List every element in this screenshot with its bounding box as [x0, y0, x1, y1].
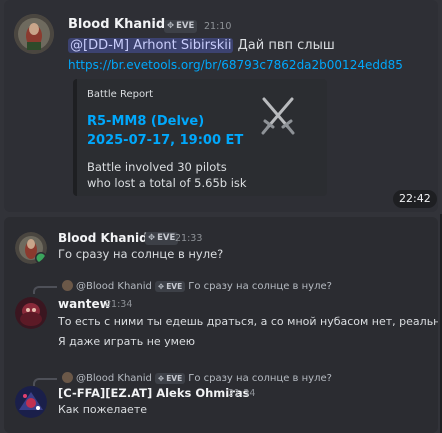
avatar[interactable]: [14, 14, 54, 54]
tag-icon: ✥: [167, 21, 175, 31]
message-content: То есть с ними ты едешь драться, а со мн…: [58, 315, 438, 328]
author-name[interactable]: wantew: [58, 297, 111, 311]
server-tag[interactable]: ✥ EVE: [145, 232, 179, 245]
crossed-swords-icon[interactable]: [258, 93, 298, 137]
message-timestamp: 21:34: [105, 299, 133, 310]
message-link[interactable]: https://br.evetools.org/br/68793c7862da2…: [68, 58, 403, 72]
message-content: Как пожелаете: [58, 403, 148, 416]
hover-timestamp: 22:42: [393, 190, 437, 208]
server-tag: ✥ EVE: [154, 281, 186, 292]
avatar: [62, 372, 73, 383]
tag-icon: ✥: [148, 233, 156, 243]
avatar[interactable]: [15, 386, 47, 418]
message-list: Blood Khanid ✥ EVE 21:33 Го сразу на солн…: [4, 217, 438, 433]
avatar[interactable]: [15, 297, 47, 329]
tag-icon: ✥: [157, 374, 165, 383]
reply-preview[interactable]: @Blood Khanid ✥ EVE Го сразу на солнце в ну…: [62, 280, 332, 292]
author-name[interactable]: [C-FFA][EZ.AT] Aleks Ohmiras: [58, 386, 250, 400]
message-timestamp: 21:10: [204, 21, 232, 32]
message-content: @[DD-M] Arhont Sibirskii Дай пвп слыш: [68, 38, 335, 53]
avatar[interactable]: [15, 232, 47, 264]
embed-description: Battle involved 30 pilots who lost a tot…: [87, 160, 247, 190]
message-content: Го сразу на солнце в нуле?: [58, 247, 224, 261]
reply-spine: [33, 286, 57, 294]
embed-provider[interactable]: Battle Report: [87, 89, 153, 100]
author-name[interactable]: Blood Khanid: [68, 17, 165, 32]
server-tag: ✥ EVE: [154, 373, 186, 384]
tag-icon: ✥: [157, 282, 165, 291]
reply-preview[interactable]: @Blood Khanid ✥ EVE Го сразу на солнце в ну…: [62, 372, 332, 384]
avatar: [62, 280, 73, 291]
message-timestamp: 21:33: [175, 233, 203, 244]
message-content: Я даже играть не умею: [58, 335, 195, 348]
user-mention[interactable]: @[DD-M] Arhont Sibirskii: [68, 38, 234, 53]
author-name[interactable]: Blood Khanid: [58, 231, 148, 245]
reply-spine: [33, 378, 57, 386]
server-tag[interactable]: ✥ EVE: [164, 20, 198, 33]
message-group-blood-khanid-1: Blood Khanid ✥ EVE 21:10 @[DD-M] Arhont S…: [4, 0, 438, 212]
embed-title[interactable]: R5-MM8 (Delve) 2025-07-17, 19:00 ET: [87, 112, 243, 150]
message-timestamp: 21:34: [228, 388, 256, 399]
link-embed: Battle Report R5-MM8 (Delve) 2025-07-17,…: [73, 79, 327, 196]
